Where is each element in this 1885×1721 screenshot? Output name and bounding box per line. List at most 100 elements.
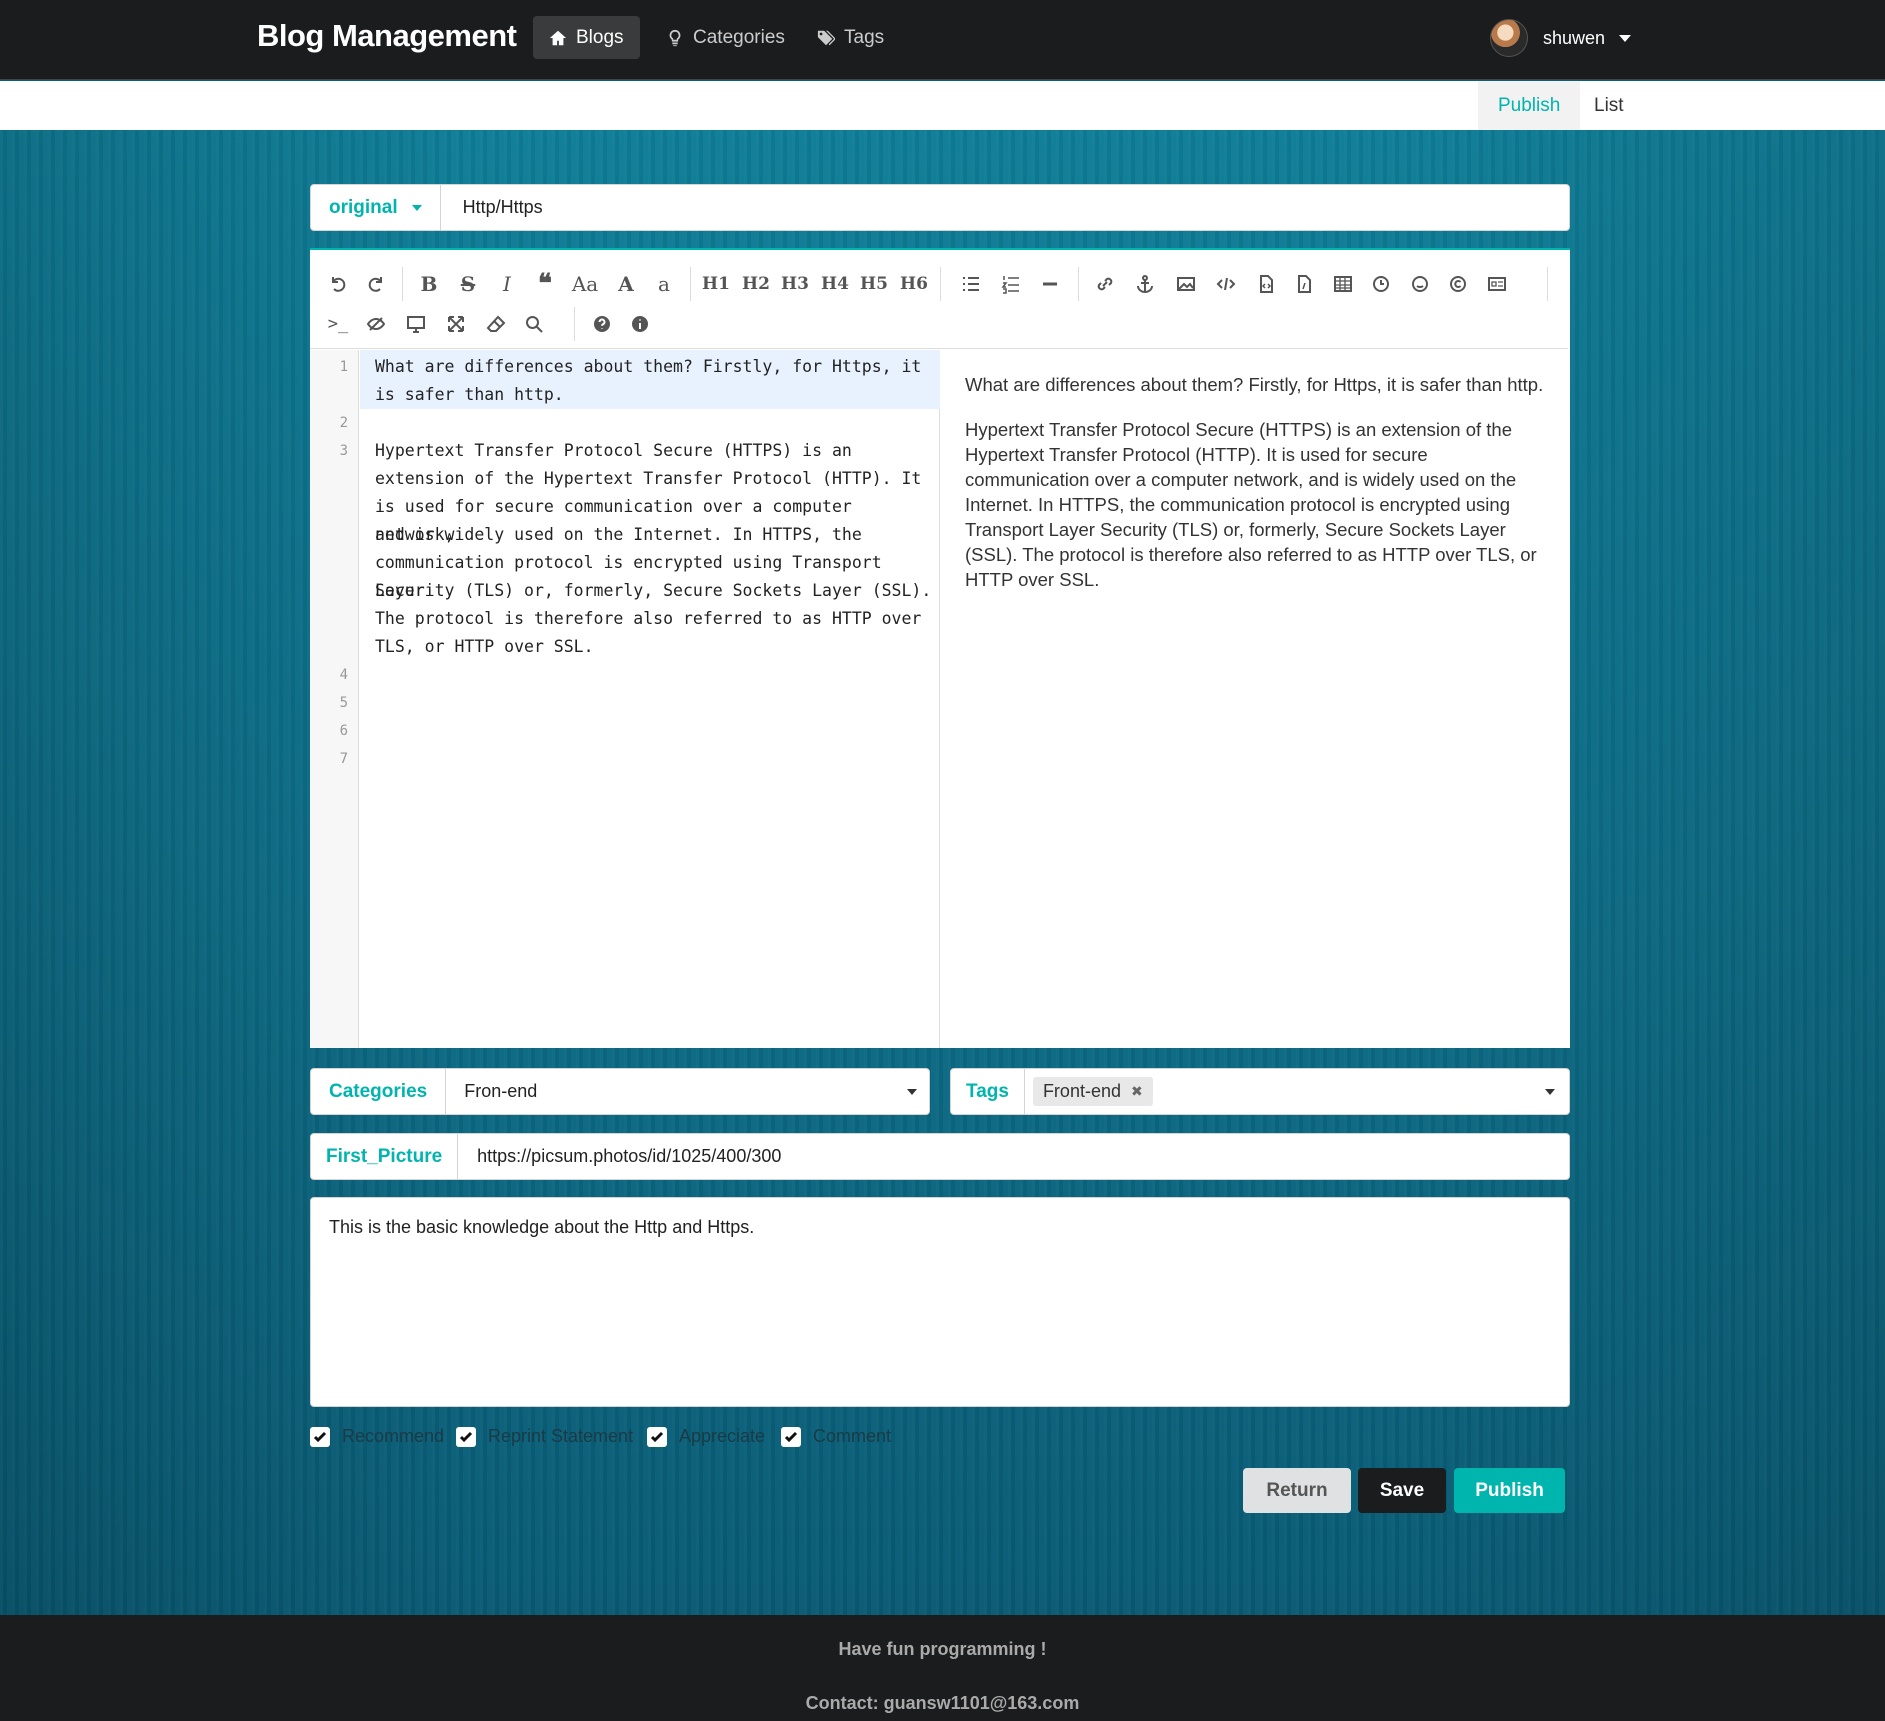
chevron-down-icon	[1619, 34, 1632, 42]
markdown-preview: What are differences about them? Firstly…	[965, 372, 1545, 612]
description-textarea[interactable]: This is the basic knowledge about the Ht…	[310, 1197, 1570, 1407]
tags-field: Tags Front-end ✖	[950, 1068, 1570, 1115]
footer: Have fun programming ! Contact: guansw11…	[0, 1615, 1885, 1721]
title-input[interactable]: Http/Https	[441, 197, 543, 218]
clear-icon[interactable]	[480, 308, 512, 340]
help-icon[interactable]	[586, 308, 618, 340]
nav-blogs-label: Blogs	[576, 26, 624, 48]
code-line: is safer than http.	[375, 385, 564, 404]
checkbox-reprint-statement[interactable]: Reprint Statement	[456, 1426, 633, 1447]
toolbar-divider	[1547, 267, 1548, 301]
first-picture-input[interactable]: https://picsum.photos/id/1025/400/300	[458, 1146, 781, 1167]
line-number-gutter: 1 2 3 4 5 6 7	[310, 350, 359, 1048]
html-entities-icon[interactable]	[1442, 268, 1474, 300]
h6-icon[interactable]: H6	[898, 268, 930, 300]
tab-publish[interactable]: Publish	[1478, 81, 1581, 138]
goto-line-icon[interactable]: >_	[322, 308, 354, 340]
markdown-editor: B S I ❝ Aa A a H1 H2 H3 H4 H5 H6 >_ 1 2 …	[310, 248, 1570, 1048]
tags-icon	[817, 30, 835, 45]
preview-paragraph: What are differences about them? Firstly…	[965, 374, 1544, 395]
nav-tags[interactable]: Tags	[801, 16, 900, 59]
datetime-icon[interactable]	[1365, 268, 1397, 300]
ucfirst-icon[interactable]: A	[610, 268, 642, 300]
checkbox-appreciate[interactable]: Appreciate	[647, 1426, 765, 1447]
checkbox-label: Recommend	[342, 1426, 445, 1446]
chevron-down-icon[interactable]	[907, 1089, 917, 1095]
link-icon[interactable]	[1089, 268, 1121, 300]
checkbox-comment[interactable]: Comment	[781, 1426, 891, 1447]
watch-icon[interactable]	[360, 308, 392, 340]
code-line: and is widely used on the Internet. In H…	[375, 525, 862, 544]
preview-icon[interactable]	[400, 308, 432, 340]
h3-icon[interactable]: H3	[779, 268, 811, 300]
checkbox[interactable]	[310, 1426, 330, 1447]
h4-icon[interactable]: H4	[819, 268, 851, 300]
list-ul-icon[interactable]	[955, 268, 987, 300]
anchor-icon[interactable]	[1129, 268, 1161, 300]
user-menu[interactable]: shuwen	[1490, 18, 1632, 58]
chevron-down-icon[interactable]	[1545, 1089, 1555, 1095]
first-picture-label: First_Picture	[311, 1134, 459, 1179]
first-picture-field: First_Picture https://picsum.photos/id/1…	[310, 1133, 1570, 1180]
code-line: Security (TLS) or, formerly, Secure Sock…	[375, 581, 932, 600]
title-field: original Http/Https	[310, 184, 1570, 231]
lowercase-icon[interactable]: a	[648, 268, 680, 300]
bold-icon[interactable]: B	[413, 268, 445, 300]
info-icon[interactable]	[624, 308, 656, 340]
markdown-input[interactable]: What are differences about them? Firstly…	[360, 350, 940, 1048]
undo-icon[interactable]	[322, 268, 354, 300]
toolbar-divider	[690, 267, 691, 301]
nav-tags-label: Tags	[844, 26, 885, 48]
code-line: Hypertext Transfer Protocol Secure (HTTP…	[375, 441, 852, 460]
return-button[interactable]: Return	[1243, 1468, 1351, 1513]
footer-tagline: Have fun programming !	[838, 1639, 1047, 1659]
close-icon[interactable]: ✖	[1131, 1083, 1143, 1100]
publish-button[interactable]: Publish	[1454, 1468, 1565, 1513]
hr-icon[interactable]	[1034, 268, 1066, 300]
tag-chip[interactable]: Front-end ✖	[1032, 1077, 1153, 1106]
checkbox[interactable]	[781, 1426, 801, 1447]
toolbar-divider	[574, 307, 575, 341]
h2-icon[interactable]: H2	[740, 268, 772, 300]
uppercase-icon[interactable]: Aa	[569, 268, 601, 300]
line-number: 4	[339, 667, 348, 683]
italic-icon[interactable]: I	[491, 268, 523, 300]
tab-list[interactable]: List	[1574, 81, 1644, 130]
image-icon[interactable]	[1170, 268, 1202, 300]
code-icon[interactable]	[1210, 268, 1242, 300]
preformatted-icon[interactable]	[1250, 268, 1282, 300]
tags-label: Tags	[951, 1069, 1025, 1114]
strikethrough-icon[interactable]: S	[452, 268, 484, 300]
nav-categories[interactable]: Categories	[650, 16, 801, 59]
checkbox-recommend[interactable]: Recommend	[310, 1426, 444, 1447]
nav-categories-label: Categories	[693, 26, 785, 48]
checkbox-label: Appreciate	[679, 1426, 766, 1446]
fullscreen-icon[interactable]	[440, 308, 472, 340]
checkbox-label: Reprint Statement	[488, 1426, 634, 1446]
checkbox-label: Comment	[813, 1426, 892, 1446]
article-type-dropdown[interactable]: original	[311, 185, 441, 230]
article-type-label: original	[329, 196, 398, 218]
categories-select[interactable]: Fron-end	[446, 1081, 537, 1102]
check-icon	[650, 1431, 664, 1442]
categories-label: Categories	[311, 1069, 447, 1114]
emoji-icon[interactable]	[1404, 268, 1436, 300]
quote-icon[interactable]: ❝	[529, 268, 561, 300]
line-number: 3	[339, 443, 348, 459]
save-button[interactable]: Save	[1358, 1468, 1446, 1513]
h5-icon[interactable]: H5	[858, 268, 890, 300]
code-line: The protocol is therefore also referred …	[375, 609, 922, 628]
search-icon[interactable]	[518, 308, 550, 340]
h1-icon[interactable]: H1	[700, 268, 732, 300]
checkbox[interactable]	[647, 1426, 667, 1447]
top-navbar: Blog Management Blogs Categories Tags sh…	[0, 0, 1885, 80]
pagebreak-icon[interactable]	[1481, 268, 1513, 300]
checkbox[interactable]	[456, 1426, 476, 1447]
code-block-icon[interactable]	[1288, 268, 1320, 300]
nav-blogs[interactable]: Blogs	[533, 16, 640, 59]
table-icon[interactable]	[1327, 268, 1359, 300]
list-ol-icon[interactable]	[995, 268, 1027, 300]
code-line: What are differences about them? Firstly…	[375, 357, 922, 376]
lightbulb-icon	[669, 29, 681, 46]
redo-icon[interactable]	[360, 268, 392, 300]
